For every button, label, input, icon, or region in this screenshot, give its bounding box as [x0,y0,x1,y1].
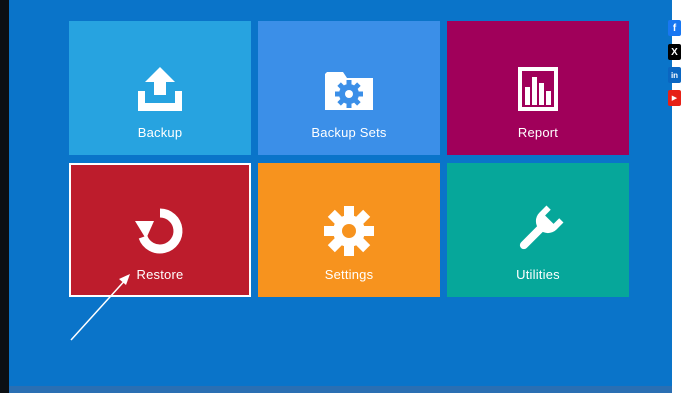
youtube-icon[interactable]: ▶ [668,90,681,106]
restore-arrow-icon [132,203,188,259]
tile-report[interactable]: Report [447,21,629,155]
tile-settings-label: Settings [324,267,374,282]
upload-tray-icon [132,61,188,117]
wrench-icon [510,203,566,259]
bar-chart-icon [510,61,566,117]
screen: Backup Backup Sets Report Restore Settin… [0,0,681,393]
gear-icon [321,203,377,259]
tile-backup-sets[interactable]: Backup Sets [258,21,440,155]
x-icon[interactable]: X [668,44,681,60]
linkedin-icon[interactable]: in [668,67,681,83]
tile-report-label: Report [517,125,559,140]
left-edge [0,0,9,393]
bottom-edge [9,386,672,393]
folder-gear-icon [321,61,377,117]
tile-backup-label: Backup [137,125,183,140]
tile-utilities-label: Utilities [516,267,560,282]
tile-backup-sets-label: Backup Sets [311,125,387,140]
tile-restore[interactable]: Restore [69,163,251,297]
tile-backup[interactable]: Backup [69,21,251,155]
tile-utilities[interactable]: Utilities [447,163,629,297]
tile-settings[interactable]: Settings [258,163,440,297]
main-panel: Backup Backup Sets Report Restore Settin… [9,0,672,393]
tile-restore-label: Restore [136,267,184,282]
facebook-icon[interactable]: f [668,20,681,36]
